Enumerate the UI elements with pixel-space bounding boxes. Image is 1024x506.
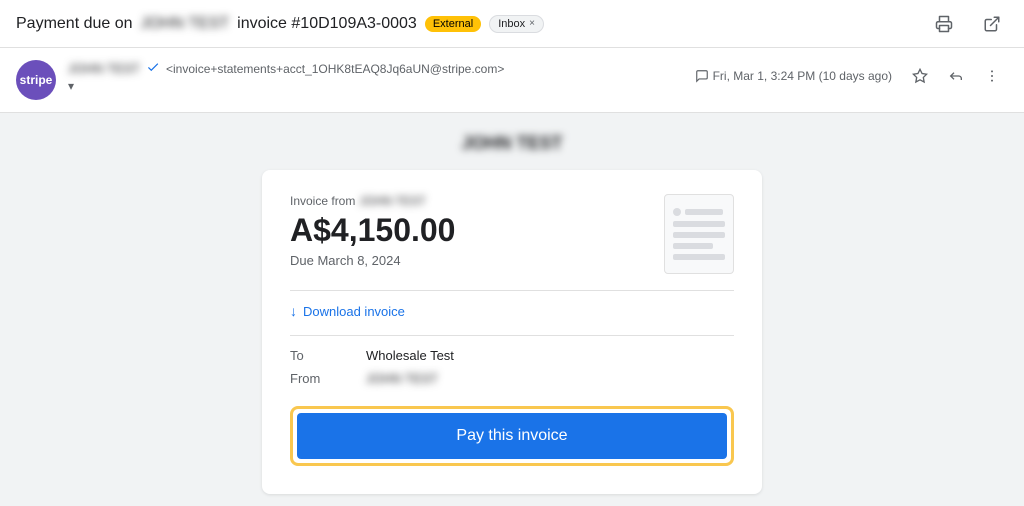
- reply-button[interactable]: [940, 60, 972, 92]
- sender-line: JOHN TEST <invoice+statements+acct_1OHK8…: [68, 60, 683, 77]
- invoice-top: Invoice from JOHN TEST A$4,150.00 Due Ma…: [290, 194, 734, 274]
- invoice-document-preview: [664, 194, 734, 274]
- email-actions: [904, 60, 1008, 92]
- invoice-from-name: JOHN TEST: [359, 194, 425, 208]
- chat-icon: [695, 69, 709, 83]
- subline-arrow[interactable]: ▾: [68, 79, 74, 93]
- invoice-from-row: From JOHN TEST: [290, 371, 734, 386]
- sender-email: <invoice+statements+acct_1OHK8tEAQ8Jq6aU…: [166, 62, 504, 76]
- subject-blurred-name: JOHN TEST: [141, 15, 230, 33]
- open-external-icon: [983, 15, 1001, 33]
- top-bar: Payment due on JOHN TEST invoice #10D109…: [0, 0, 1024, 48]
- to-label: To: [290, 348, 350, 363]
- sender-avatar: stripe: [16, 60, 56, 100]
- top-bar-actions: [928, 8, 1008, 40]
- download-label: Download invoice: [303, 304, 405, 319]
- subject-invoice-number: invoice #10D109A3-0003: [237, 15, 417, 33]
- doc-line-2: [673, 221, 725, 227]
- email-centered-sender-name: JOHN TEST: [461, 133, 562, 154]
- email-date-area: Fri, Mar 1, 3:24 PM (10 days ago): [695, 60, 1008, 92]
- external-badge: External: [425, 16, 481, 32]
- inbox-badge-close[interactable]: ×: [529, 18, 535, 29]
- doc-circle: [673, 208, 681, 216]
- doc-text-line: [685, 209, 723, 215]
- invoice-from-label: Invoice from JOHN TEST: [290, 194, 455, 208]
- print-button[interactable]: [928, 8, 960, 40]
- doc-line-5: [673, 254, 725, 260]
- email-header: stripe JOHN TEST <invoice+statements+acc…: [0, 48, 1024, 113]
- download-invoice-link[interactable]: ↓ Download invoice: [290, 303, 734, 319]
- star-button[interactable]: [904, 60, 936, 92]
- doc-line-1: [673, 208, 723, 216]
- subject-prefix: Payment due on: [16, 15, 133, 33]
- download-arrow-icon: ↓: [290, 303, 297, 319]
- reply-icon: [948, 68, 964, 84]
- invoice-card: Invoice from JOHN TEST A$4,150.00 Due Ma…: [262, 170, 762, 494]
- invoice-fields: To Wholesale Test From JOHN TEST: [290, 348, 734, 386]
- from-label: From: [290, 371, 350, 386]
- pay-button-wrapper: Pay this invoice: [290, 406, 734, 466]
- divider-1: [290, 290, 734, 291]
- email-subline[interactable]: ▾: [68, 79, 683, 93]
- more-icon: [984, 68, 1000, 84]
- invoice-amount: A$4,150.00: [290, 212, 455, 249]
- doc-line-3: [673, 232, 725, 238]
- email-subject: Payment due on JOHN TEST invoice #10D109…: [16, 15, 920, 33]
- email-body: JOHN TEST Invoice from JOHN TEST A$4,150…: [0, 113, 1024, 503]
- doc-line-4: [673, 243, 713, 249]
- divider-2: [290, 335, 734, 336]
- pay-invoice-button[interactable]: Pay this invoice: [297, 413, 727, 459]
- avatar-text: stripe: [20, 73, 53, 87]
- to-value: Wholesale Test: [366, 348, 454, 363]
- verified-icon: [146, 60, 160, 77]
- sender-name: JOHN TEST: [68, 61, 140, 76]
- print-icon: [935, 15, 953, 33]
- inbox-badge-label: Inbox: [498, 18, 525, 30]
- date-text: Fri, Mar 1, 3:24 PM (10 days ago): [695, 69, 892, 83]
- invoice-to-row: To Wholesale Test: [290, 348, 734, 363]
- from-value: JOHN TEST: [366, 371, 438, 386]
- open-external-button[interactable]: [976, 8, 1008, 40]
- invoice-due-date: Due March 8, 2024: [290, 253, 455, 268]
- inbox-badge[interactable]: Inbox ×: [489, 15, 544, 33]
- email-meta: JOHN TEST <invoice+statements+acct_1OHK8…: [68, 60, 683, 93]
- star-icon: [912, 68, 928, 84]
- invoice-info: Invoice from JOHN TEST A$4,150.00 Due Ma…: [290, 194, 455, 268]
- date-label: Fri, Mar 1, 3:24 PM (10 days ago): [713, 69, 892, 83]
- more-button[interactable]: [976, 60, 1008, 92]
